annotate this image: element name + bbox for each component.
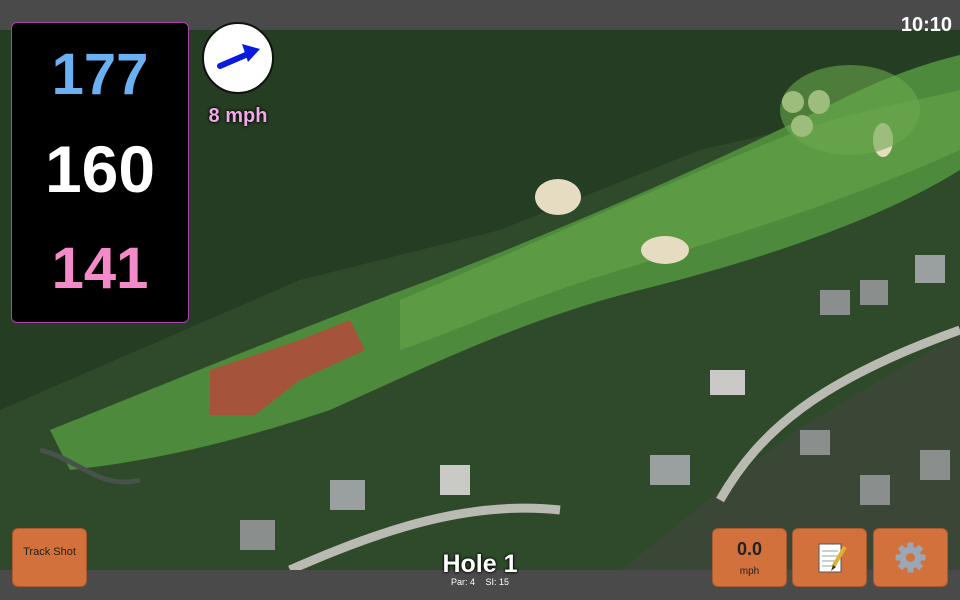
gear-icon (895, 542, 926, 573)
clock: 10:10 (900, 14, 952, 36)
notepad-icon (818, 543, 847, 573)
distance-panel: 177 160 141 (11, 22, 189, 323)
hole-title: Hole 1 (442, 550, 518, 578)
settings-button[interactable] (873, 528, 948, 587)
wind-speed: 8 mph (208, 105, 268, 127)
middle-distance: 160 (44, 132, 156, 206)
back-distance: 177 (51, 42, 149, 107)
speed-button[interactable]: 0.0 mph (712, 528, 787, 587)
arrow-right-icon (217, 44, 260, 69)
speed-value: 0.0 (736, 539, 763, 559)
hole-si: SI: 15 (485, 577, 510, 587)
wind-direction (202, 22, 274, 94)
hole-info: Par: 4 SI: 15 (380, 577, 580, 587)
front-distance: 141 (51, 236, 149, 301)
notes-button[interactable] (792, 528, 867, 587)
speed-unit: mph (739, 566, 760, 577)
hole-par: Par: 4 (450, 577, 475, 587)
track-shot-button[interactable]: Track Shot (12, 528, 87, 587)
